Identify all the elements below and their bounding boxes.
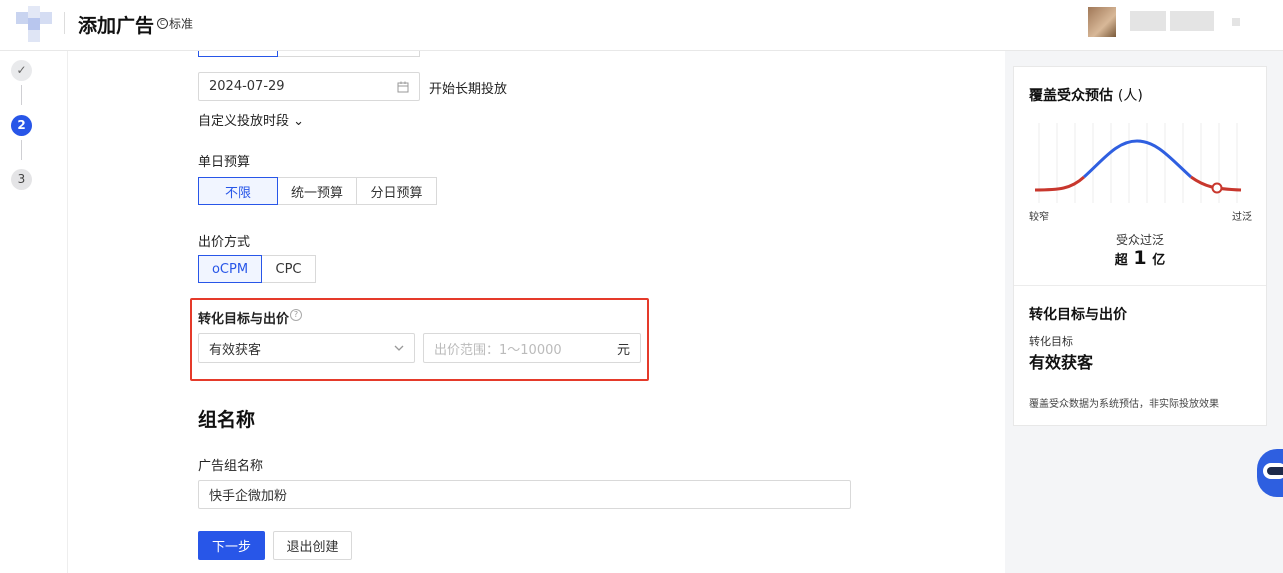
start-date-value: 2024-07-29 bbox=[209, 79, 285, 94]
audience-bell-curve bbox=[1034, 123, 1242, 203]
bid-option-cpc[interactable]: CPC bbox=[261, 255, 316, 283]
header-divider bbox=[64, 12, 65, 34]
conversion-card-target-label: 转化目标 bbox=[1029, 335, 1073, 348]
top-bar: 添加广告 C 标准 bbox=[0, 0, 1283, 51]
calendar-icon bbox=[397, 81, 409, 93]
username-blurred bbox=[1130, 11, 1166, 31]
custom-time-toggle[interactable]: 自定义投放时段 ⌄ bbox=[198, 110, 304, 129]
bid-option-ocpm[interactable]: oCPM bbox=[198, 255, 262, 283]
audience-preview-card: 覆盖受众预估 (人) 较窄 过泛 受众过泛 超 1 亿 转化目标与出价 转化目标… bbox=[1013, 66, 1267, 426]
step-1-done-icon[interactable]: ✓ bbox=[11, 60, 32, 81]
audience-status: 受众过泛 bbox=[1115, 233, 1164, 247]
next-button[interactable]: 下一步 bbox=[198, 531, 265, 560]
menu-chevron-icon[interactable] bbox=[1232, 18, 1240, 26]
audience-size-number: 1 bbox=[1133, 247, 1147, 269]
page-title: 添加广告 bbox=[78, 15, 155, 37]
exit-create-button[interactable]: 退出创建 bbox=[273, 531, 352, 560]
date-option-selected[interactable] bbox=[198, 51, 278, 57]
daily-budget-selector: 不限 统一预算 分日预算 bbox=[198, 177, 437, 205]
app-logo bbox=[16, 6, 54, 42]
audience-card-title: 覆盖受众预估 (人) bbox=[1029, 85, 1143, 105]
audience-disclaimer: 覆盖受众数据为系统预估，非实际投放效果 bbox=[1029, 399, 1219, 410]
budget-option-unlimited[interactable]: 不限 bbox=[198, 177, 278, 205]
avatar[interactable] bbox=[1088, 7, 1116, 37]
conversion-label: 转化目标与出价 bbox=[198, 312, 290, 327]
audience-marker bbox=[1211, 182, 1223, 194]
step-2-active[interactable]: 2 bbox=[11, 115, 32, 136]
username-blurred-2 bbox=[1170, 11, 1214, 31]
step-connector bbox=[21, 140, 22, 160]
conversion-card-target-value: 有效获客 bbox=[1029, 353, 1094, 372]
bid-amount-placeholder: 出价范围：1～10000 bbox=[434, 342, 562, 358]
conversion-card-title: 转化目标与出价 bbox=[1029, 307, 1127, 323]
step-3[interactable]: 3 bbox=[11, 169, 32, 190]
start-date-picker[interactable]: 2024-07-29 bbox=[198, 72, 420, 101]
edition-badge: C 标准 bbox=[157, 15, 193, 32]
audience-title-unit: (人) bbox=[1117, 88, 1143, 104]
user-menu[interactable] bbox=[1088, 7, 1248, 39]
conversion-target-value: 有效获客 bbox=[209, 342, 262, 358]
axis-narrow-label: 较窄 bbox=[1029, 212, 1049, 223]
audience-size: 超 1 亿 bbox=[1014, 247, 1266, 269]
help-icon[interactable]: ? bbox=[290, 309, 302, 321]
group-name-input[interactable]: 快手企微加粉 bbox=[198, 480, 851, 509]
ad-form: 2024-07-29 开始长期投放 自定义投放时段 ⌄ 单日预算 不限 统一预算… bbox=[68, 51, 1005, 573]
bid-method-label: 出价方式 bbox=[198, 235, 251, 250]
audience-title-text: 覆盖受众预估 bbox=[1029, 88, 1113, 104]
bid-unit: 元 bbox=[616, 342, 630, 358]
group-section-title: 组名称 bbox=[198, 409, 256, 431]
budget-option-daily[interactable]: 分日预算 bbox=[356, 177, 437, 205]
group-name-value: 快手企微加粉 bbox=[209, 489, 288, 504]
bid-amount-input[interactable]: 出价范围：1～10000 元 bbox=[423, 333, 641, 363]
date-option[interactable] bbox=[278, 51, 420, 57]
edition-icon: C bbox=[157, 18, 168, 29]
axis-broad-label: 过泛 bbox=[1232, 212, 1252, 223]
step-connector bbox=[21, 85, 22, 105]
chevron-down-icon bbox=[394, 345, 404, 351]
daily-budget-label: 单日预算 bbox=[198, 155, 251, 170]
card-divider bbox=[1014, 285, 1266, 286]
audience-size-prefix: 超 bbox=[1114, 253, 1128, 268]
conversion-target-select[interactable]: 有效获客 bbox=[198, 333, 415, 363]
long-term-label: 开始长期投放 bbox=[429, 82, 508, 97]
bid-method-selector: oCPM CPC bbox=[198, 255, 316, 283]
step-indicator: ✓ 2 3 bbox=[0, 51, 68, 573]
help-bot-icon[interactable] bbox=[1257, 449, 1283, 497]
group-name-label: 广告组名称 bbox=[198, 459, 264, 474]
edition-label: 标准 bbox=[169, 17, 194, 31]
budget-option-uniform[interactable]: 统一预算 bbox=[277, 177, 357, 205]
audience-size-unit: 亿 bbox=[1152, 253, 1166, 268]
